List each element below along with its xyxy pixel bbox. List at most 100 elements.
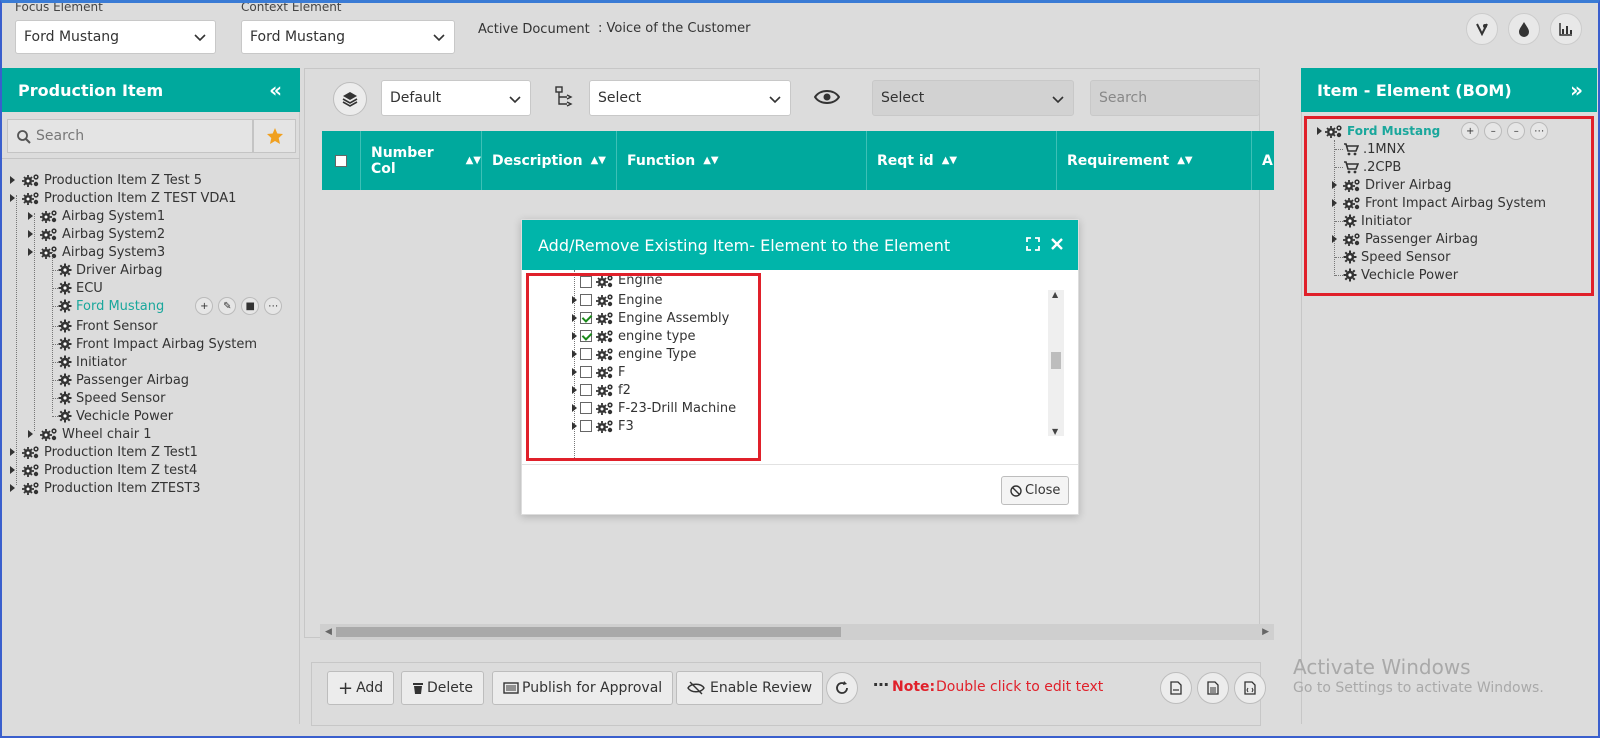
more-options-icon[interactable]: ⋯	[264, 297, 283, 315]
maximize-icon[interactable]	[1026, 237, 1040, 251]
sort-icon: ▲▼	[941, 155, 958, 166]
table-header: Number Col ▲▼ Description ▲▼ Function ▲▼ Re…	[322, 131, 1274, 190]
tree-node[interactable]: Airbag System3	[40, 243, 165, 261]
tree-node[interactable]: Wheel chair 1	[40, 425, 152, 443]
layers-button[interactable]	[333, 82, 367, 116]
expand-toggle-icon[interactable]	[10, 466, 15, 474]
column-label: Requirement	[1067, 152, 1170, 169]
vine-icon[interactable]	[1466, 13, 1498, 45]
column-label: Number Col	[371, 144, 434, 177]
delete-trash-icon[interactable]: ■	[241, 297, 260, 315]
context-element-select[interactable]: Ford Mustang	[241, 20, 455, 54]
expand-toggle-icon[interactable]	[28, 230, 33, 238]
expand-toggle-icon[interactable]	[28, 430, 33, 438]
bar-chart-icon[interactable]	[1550, 13, 1582, 45]
eye-icon[interactable]	[814, 88, 840, 106]
expand-toggle-icon[interactable]	[28, 248, 33, 256]
document-export-button[interactable]	[1197, 672, 1229, 704]
tree-node[interactable]: Production Item Z test4	[22, 461, 197, 479]
add-node-icon[interactable]: +	[195, 297, 214, 315]
code-export-button[interactable]	[1234, 672, 1266, 704]
column-function[interactable]: Function ▲▼	[617, 131, 867, 190]
close-icon[interactable]	[1050, 237, 1064, 251]
context-element-value: Ford Mustang	[250, 29, 346, 45]
column-number-col[interactable]: Number Col ▲▼	[361, 131, 482, 190]
pdf-export-button[interactable]	[1160, 672, 1192, 704]
column-description[interactable]: Description ▲▼	[482, 131, 617, 190]
highlight-box-bom	[1304, 116, 1594, 296]
plus-icon: +	[338, 677, 354, 699]
tree-node[interactable]: Ford Mustang + ✎ ■ ⋯	[58, 297, 283, 315]
context-element-label: Context Element	[241, 0, 342, 14]
filter-select[interactable]: Select	[589, 80, 791, 116]
left-search-box[interactable]: Search	[7, 119, 253, 153]
tree-node[interactable]: Airbag System2	[40, 225, 165, 243]
left-search-input[interactable]: Search	[36, 128, 84, 144]
tree-node[interactable]: Production Item ZTEST3	[22, 479, 201, 497]
column-a[interactable]: A	[1252, 131, 1274, 190]
column-reqt-id[interactable]: Reqt id ▲▼	[867, 131, 1057, 190]
expand-toggle-icon[interactable]	[10, 484, 15, 492]
expand-toggle-icon[interactable]	[10, 194, 15, 202]
scrollbar-thumb[interactable]	[336, 627, 841, 637]
column-requirement[interactable]: Requirement ▲▼	[1057, 131, 1252, 190]
horizontal-scrollbar[interactable]: ◀ ▶	[320, 624, 1274, 640]
list-scrollbar-thumb[interactable]	[1051, 352, 1061, 369]
panel-title: Production Item	[18, 80, 164, 100]
enable-review-button[interactable]: Enable Review	[676, 671, 824, 705]
focus-element-select[interactable]: Ford Mustang	[15, 20, 216, 54]
collapse-right-icon[interactable]: »	[1570, 78, 1583, 102]
edit-pencil-icon[interactable]: ✎	[218, 297, 237, 315]
tree-node[interactable]: Airbag System1	[40, 207, 165, 225]
tree-node[interactable]: ECU	[58, 279, 103, 297]
view-select-value: Default	[390, 90, 442, 106]
scroll-right-icon[interactable]: ▶	[1262, 627, 1269, 637]
tree-node[interactable]: Production Item Z TEST VDA1	[22, 189, 236, 207]
tree-node[interactable]: Front Impact Airbag System	[58, 335, 257, 353]
layers-icon	[342, 92, 358, 107]
visibility-select-value: Select	[881, 90, 925, 106]
gear-icon	[58, 281, 72, 295]
focus-element-label: Focus Element	[15, 0, 103, 14]
tree-node-label: Production Item ZTEST3	[44, 480, 201, 496]
scroll-up-icon[interactable]: ▲	[1052, 290, 1058, 299]
tree-node[interactable]: Front Sensor	[58, 317, 158, 335]
tree-guide	[52, 249, 53, 413]
tree-node[interactable]: Production Item Z Test1	[22, 443, 198, 461]
tree-node[interactable]: Driver Airbag	[58, 261, 162, 279]
tree-node-label: Production Item Z Test1	[44, 444, 198, 460]
expand-toggle-icon[interactable]	[10, 176, 15, 184]
more-icon[interactable]: ⋯	[873, 675, 889, 694]
tree-node-label: Production Item Z TEST VDA1	[44, 190, 237, 206]
visibility-select[interactable]: Select	[872, 80, 1074, 116]
favorites-button[interactable]	[253, 119, 296, 153]
production-item-header: Production Item «	[2, 68, 300, 112]
select-all-column[interactable]	[322, 131, 361, 190]
select-all-checkbox[interactable]	[335, 154, 347, 167]
ban-icon	[1010, 484, 1022, 497]
publish-button[interactable]: Publish for Approval	[492, 671, 674, 705]
drop-icon[interactable]	[1508, 13, 1540, 45]
dialog-close-button[interactable]: Close	[1001, 476, 1070, 505]
expand-toggle-icon[interactable]	[28, 212, 33, 220]
hierarchy-icon[interactable]	[555, 86, 579, 108]
scroll-left-icon[interactable]: ◀	[325, 627, 332, 637]
tree-node[interactable]: Production Item Z Test 5	[22, 171, 202, 189]
refresh-button[interactable]	[826, 672, 858, 704]
tree-node[interactable]: Speed Sensor	[58, 389, 165, 407]
delete-button[interactable]: Delete	[401, 671, 484, 705]
expand-toggle-icon[interactable]	[10, 448, 15, 456]
tree-guide	[16, 195, 17, 485]
tree-node[interactable]: Initiator	[58, 353, 127, 371]
tree-node[interactable]: Vechicle Power	[58, 407, 173, 425]
add-button[interactable]: + Add	[327, 671, 395, 705]
view-select[interactable]: Default	[381, 80, 531, 116]
active-document-value: : Voice of the Customer	[598, 21, 751, 36]
center-search-placeholder: Search	[1099, 90, 1148, 106]
collapse-left-icon[interactable]: «	[269, 78, 282, 102]
list-scrollbar[interactable]: ▲ ▼	[1048, 290, 1064, 436]
tree-node[interactable]: Passenger Airbag	[58, 371, 189, 389]
center-search-input[interactable]: Search	[1090, 80, 1260, 116]
activate-windows-title: Activate Windows	[1293, 655, 1471, 679]
scroll-down-icon[interactable]: ▼	[1052, 427, 1058, 436]
